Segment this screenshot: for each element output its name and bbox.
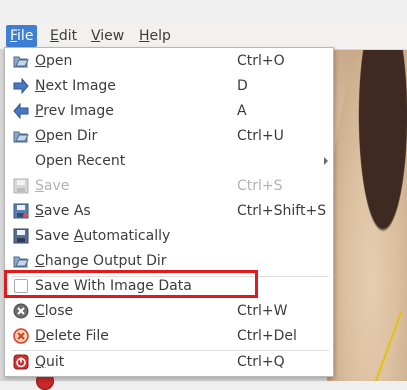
menu-item-open-recent[interactable]: Open Recent (5, 149, 333, 174)
arrow-right-icon (13, 78, 29, 94)
annotation-highlight-box (4, 270, 258, 298)
save-icon (13, 178, 29, 194)
menu-view-mnemonic: V (91, 28, 101, 44)
menu-item-save[interactable]: Save Ctrl+S (5, 174, 333, 199)
menu-item-next-image[interactable]: Next Image D (5, 74, 333, 99)
menu-item-shortcut: Ctrl+S (237, 178, 283, 194)
menu-item-label: Save Automatically (35, 228, 171, 244)
menu-edit[interactable]: Edit (46, 25, 81, 47)
open-folder-icon (13, 128, 29, 144)
menu-view[interactable]: View (87, 25, 128, 47)
menu-help[interactable]: Help (135, 25, 175, 47)
menu-file[interactable]: File (6, 25, 38, 47)
menu-item-label: Next Image (35, 78, 116, 94)
arrow-left-icon (13, 103, 29, 119)
file-menu-dropdown: Open Ctrl+O Next Image D Prev Image A Op… (4, 47, 334, 377)
open-folder-icon (13, 253, 29, 269)
menu-item-shortcut: Ctrl+Del (237, 328, 297, 344)
menu-item-label: Open (35, 53, 73, 69)
menu-edit-mnemonic: E (50, 28, 59, 44)
menu-item-shortcut: Ctrl+O (237, 53, 285, 69)
quit-icon (13, 354, 29, 370)
menu-item-label: Delete File (35, 328, 109, 344)
menu-view-label: iew (100, 28, 125, 44)
menu-item-save-as[interactable]: Save As Ctrl+Shift+S (5, 199, 333, 224)
menu-item-prev-image[interactable]: Prev Image A (5, 99, 333, 124)
close-icon (13, 303, 29, 319)
menu-item-shortcut: Ctrl+U (237, 128, 284, 144)
menu-item-label: Save (35, 178, 70, 194)
menu-item-save-automatically[interactable]: Save Automatically (5, 224, 333, 249)
menu-item-shortcut: D (237, 78, 248, 94)
delete-icon (13, 328, 29, 344)
submenu-arrow-icon (324, 157, 328, 165)
menu-item-label: Save As (35, 203, 91, 219)
menu-item-close[interactable]: Close Ctrl+W (5, 299, 333, 324)
save-icon (13, 228, 29, 244)
title-strip (0, 0, 407, 24)
menu-item-shortcut: Ctrl+Shift+S (237, 203, 327, 219)
menu-item-label: Prev Image (35, 103, 114, 119)
menu-item-label: Open Dir (35, 128, 98, 144)
menu-item-label: Quit (35, 354, 65, 370)
open-folder-icon (13, 53, 29, 69)
menu-help-mnemonic: H (139, 28, 150, 44)
menu-item-shortcut: Ctrl+Q (237, 354, 285, 370)
menu-file-mnemonic: F (10, 28, 18, 44)
save-as-icon (13, 203, 29, 219)
menu-item-quit[interactable]: Quit Ctrl+Q (5, 350, 333, 375)
menu-item-delete-file[interactable]: Delete File Ctrl+Del (5, 324, 333, 349)
menu-item-label: Open Recent (35, 153, 126, 169)
menu-help-label: elp (149, 28, 171, 44)
menu-item-shortcut: Ctrl+W (237, 303, 288, 319)
menu-item-open[interactable]: Open Ctrl+O (5, 49, 333, 74)
menu-edit-label: dit (58, 28, 78, 44)
menu-item-open-dir[interactable]: Open Dir Ctrl+U (5, 124, 333, 149)
menu-item-shortcut: A (237, 103, 247, 119)
menu-item-label: Close (35, 303, 74, 319)
menu-file-label: ile (17, 28, 34, 44)
